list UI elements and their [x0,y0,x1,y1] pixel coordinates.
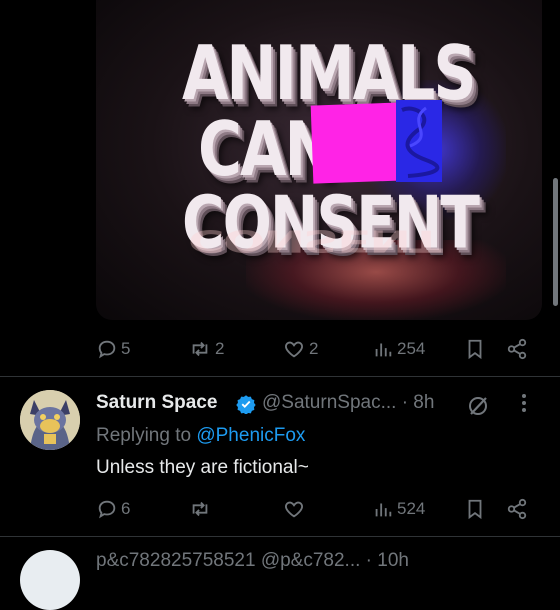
share-button[interactable] [506,494,528,524]
scrollbar[interactable] [553,178,558,306]
repost-icon [192,501,208,517]
avatar[interactable] [20,390,80,450]
tweet-action-bar: 5 2 2 254 [96,334,536,364]
views-count: 254 [397,339,426,358]
author-name[interactable]: Saturn Space [96,392,217,414]
share-icon [507,498,527,520]
repost-count: 2 [215,339,225,358]
like-button[interactable]: 2 [282,334,318,364]
reply-count: 5 [121,339,131,358]
share-icon [507,338,527,360]
post-time: · 8h [401,392,435,413]
views-count: 524 [397,499,426,518]
more-options-icon[interactable] [520,392,528,420]
reply-count: 6 [121,499,131,518]
tweet-text: Unless they are fictional~ [96,457,309,478]
repost-button[interactable]: 2 [188,334,224,364]
replying-to-link[interactable]: @PhenicFox [196,425,305,446]
next-avatar[interactable] [20,550,80,610]
reply-icon [98,500,116,519]
fox-avatar-icon [20,390,80,450]
tweet-divider [0,376,560,377]
views-button[interactable]: 254 [372,334,425,364]
bookmark-icon [468,339,482,360]
reply-action-bar: 6 524 [96,494,536,524]
bookmark-button[interactable] [464,494,486,524]
magenta-scribble [310,102,406,184]
author-handle-and-time[interactable]: @SaturnSpac... · 8h [262,392,434,414]
grok-icon[interactable] [466,394,490,423]
heart-icon [285,501,303,518]
like-button[interactable] [282,494,309,524]
views-icon [375,343,392,357]
reply-button[interactable]: 6 [96,494,130,524]
author-handle[interactable]: @SaturnSpac... [262,392,396,413]
reply-button[interactable]: 5 [96,334,130,364]
tweet-media-image[interactable]: ANIMALS CAN CONSENT CONSENT [96,0,542,320]
replying-prefix: Replying to [96,425,197,446]
reply-icon [98,340,116,359]
repost-button[interactable] [188,494,215,524]
media-text-reflection: CONSENT [188,223,442,258]
bookmark-icon [468,499,482,520]
repost-icon [192,341,208,357]
share-button[interactable] [506,334,528,364]
like-count: 2 [309,339,319,358]
blue-scribble [396,100,442,182]
next-author-line[interactable]: p&c782825758521 @p&c782... · 10h [96,550,409,572]
verified-badge-icon [236,394,256,419]
bookmark-button[interactable] [464,334,486,364]
heart-icon [285,341,303,358]
replying-to: Replying to @PhenicFox [96,425,305,447]
views-icon [375,503,392,517]
views-button[interactable]: 524 [372,494,425,524]
tweet-divider [0,536,560,537]
